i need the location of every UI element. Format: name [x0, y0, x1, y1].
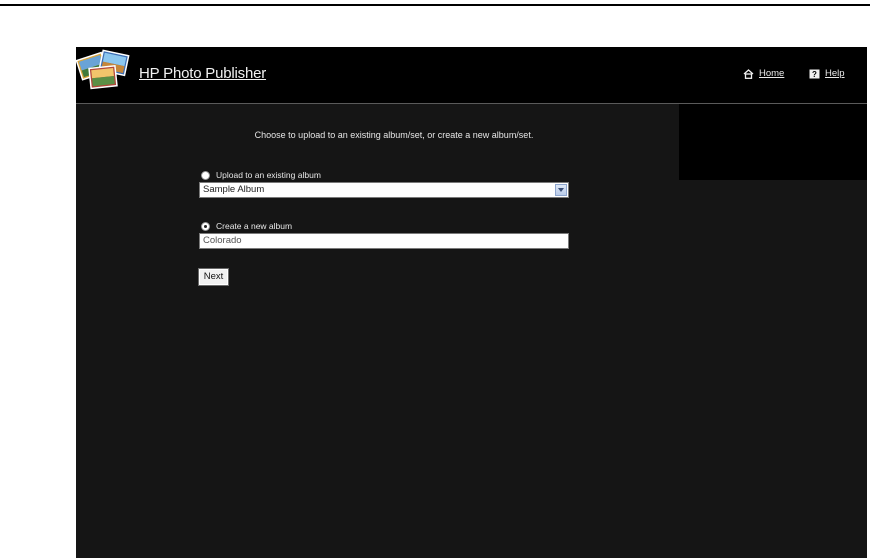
app-window: HP Photo Publisher Home ? Help Choose to…: [76, 47, 867, 558]
svg-text:?: ?: [812, 70, 817, 79]
new-album-option[interactable]: Create a new album: [201, 221, 292, 231]
existing-album-radio[interactable]: [201, 170, 210, 180]
existing-album-select[interactable]: Sample Album: [199, 182, 569, 198]
home-link-label: Home: [759, 68, 785, 79]
home-icon: [743, 68, 754, 79]
new-album-radio[interactable]: [201, 221, 210, 231]
side-panel: [679, 104, 867, 180]
top-rule: [0, 4, 870, 6]
home-link[interactable]: Home: [743, 68, 784, 79]
existing-album-select-value: Sample Album: [203, 184, 265, 195]
existing-album-label: Upload to an existing album: [216, 170, 321, 180]
header-bar: HP Photo Publisher Home ? Help: [76, 47, 867, 104]
instruction-text: Choose to upload to an existing album/se…: [254, 130, 534, 140]
new-album-label: Create a new album: [216, 221, 293, 231]
help-icon: ?: [809, 69, 820, 79]
next-button[interactable]: Next: [198, 268, 229, 286]
chevron-down-icon[interactable]: [555, 184, 567, 196]
existing-album-option[interactable]: Upload to an existing album: [201, 170, 321, 180]
help-link-label: Help: [825, 68, 845, 79]
new-album-name-input[interactable]: Colorado: [199, 233, 569, 249]
app-title-link[interactable]: HP Photo Publisher: [139, 65, 266, 82]
photo-stack-logo-icon: [76, 47, 136, 91]
help-link[interactable]: ? Help: [809, 68, 845, 79]
